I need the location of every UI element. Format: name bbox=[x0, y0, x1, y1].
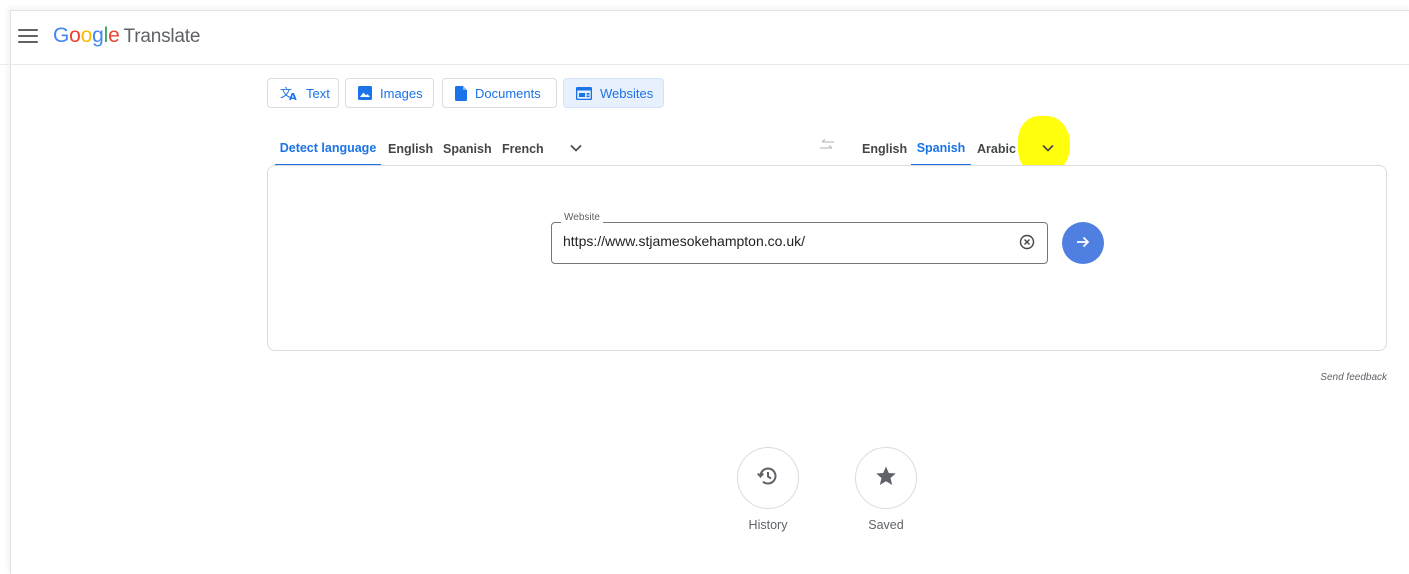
saved-button[interactable] bbox=[855, 447, 917, 509]
website-url-input[interactable] bbox=[563, 233, 1003, 249]
target-lang-chevron-down-icon[interactable] bbox=[1041, 140, 1055, 158]
website-icon bbox=[576, 86, 592, 100]
logo-letter: g bbox=[92, 24, 104, 47]
source-lang-french[interactable]: French bbox=[502, 132, 544, 166]
history-button[interactable] bbox=[737, 447, 799, 509]
mode-label: Images bbox=[380, 85, 423, 101]
history-icon bbox=[755, 463, 781, 494]
logo-letter: G bbox=[53, 24, 70, 47]
send-feedback-link[interactable]: Send feedback bbox=[1320, 372, 1387, 383]
mode-label: Text bbox=[306, 85, 330, 101]
image-icon bbox=[358, 86, 372, 100]
source-lang-detect[interactable]: Detect language bbox=[275, 132, 381, 166]
logo-letter: e bbox=[108, 24, 120, 47]
text-mode-button[interactable]: 文A Text bbox=[267, 78, 339, 108]
product-name: Translate bbox=[123, 26, 201, 47]
images-mode-button[interactable]: Images bbox=[345, 78, 434, 108]
logo-letter: o bbox=[80, 24, 93, 47]
mode-label: Documents bbox=[475, 85, 541, 101]
swap-languages-icon[interactable] bbox=[818, 138, 836, 157]
websites-mode-button[interactable]: Websites bbox=[563, 78, 664, 108]
svg-text:A: A bbox=[289, 92, 297, 101]
app-header: Google Translate bbox=[0, 10, 1409, 65]
target-lang-english[interactable]: English bbox=[862, 132, 907, 166]
website-field-label: Website bbox=[561, 212, 603, 223]
arrow-right-icon bbox=[1075, 235, 1091, 252]
translate-icon: 文A bbox=[280, 85, 298, 101]
clear-input-icon[interactable] bbox=[1019, 234, 1035, 255]
source-lang-spanish[interactable]: Spanish bbox=[443, 132, 492, 166]
star-icon bbox=[874, 464, 898, 493]
mode-label: Websites bbox=[600, 85, 654, 101]
target-lang-spanish[interactable]: Spanish bbox=[911, 132, 971, 166]
google-translate-logo[interactable]: Google Translate bbox=[53, 24, 200, 48]
go-translate-button[interactable] bbox=[1062, 222, 1104, 264]
saved-label: Saved bbox=[868, 518, 904, 532]
document-icon bbox=[455, 85, 467, 101]
history-label: History bbox=[748, 518, 788, 532]
hamburger-menu-icon[interactable] bbox=[18, 29, 38, 45]
source-lang-english[interactable]: English bbox=[388, 132, 433, 166]
logo-letter: o bbox=[69, 24, 81, 47]
source-lang-chevron-down-icon[interactable] bbox=[569, 140, 583, 158]
target-lang-arabic[interactable]: Arabic bbox=[977, 132, 1016, 166]
documents-mode-button[interactable]: Documents bbox=[442, 78, 557, 108]
